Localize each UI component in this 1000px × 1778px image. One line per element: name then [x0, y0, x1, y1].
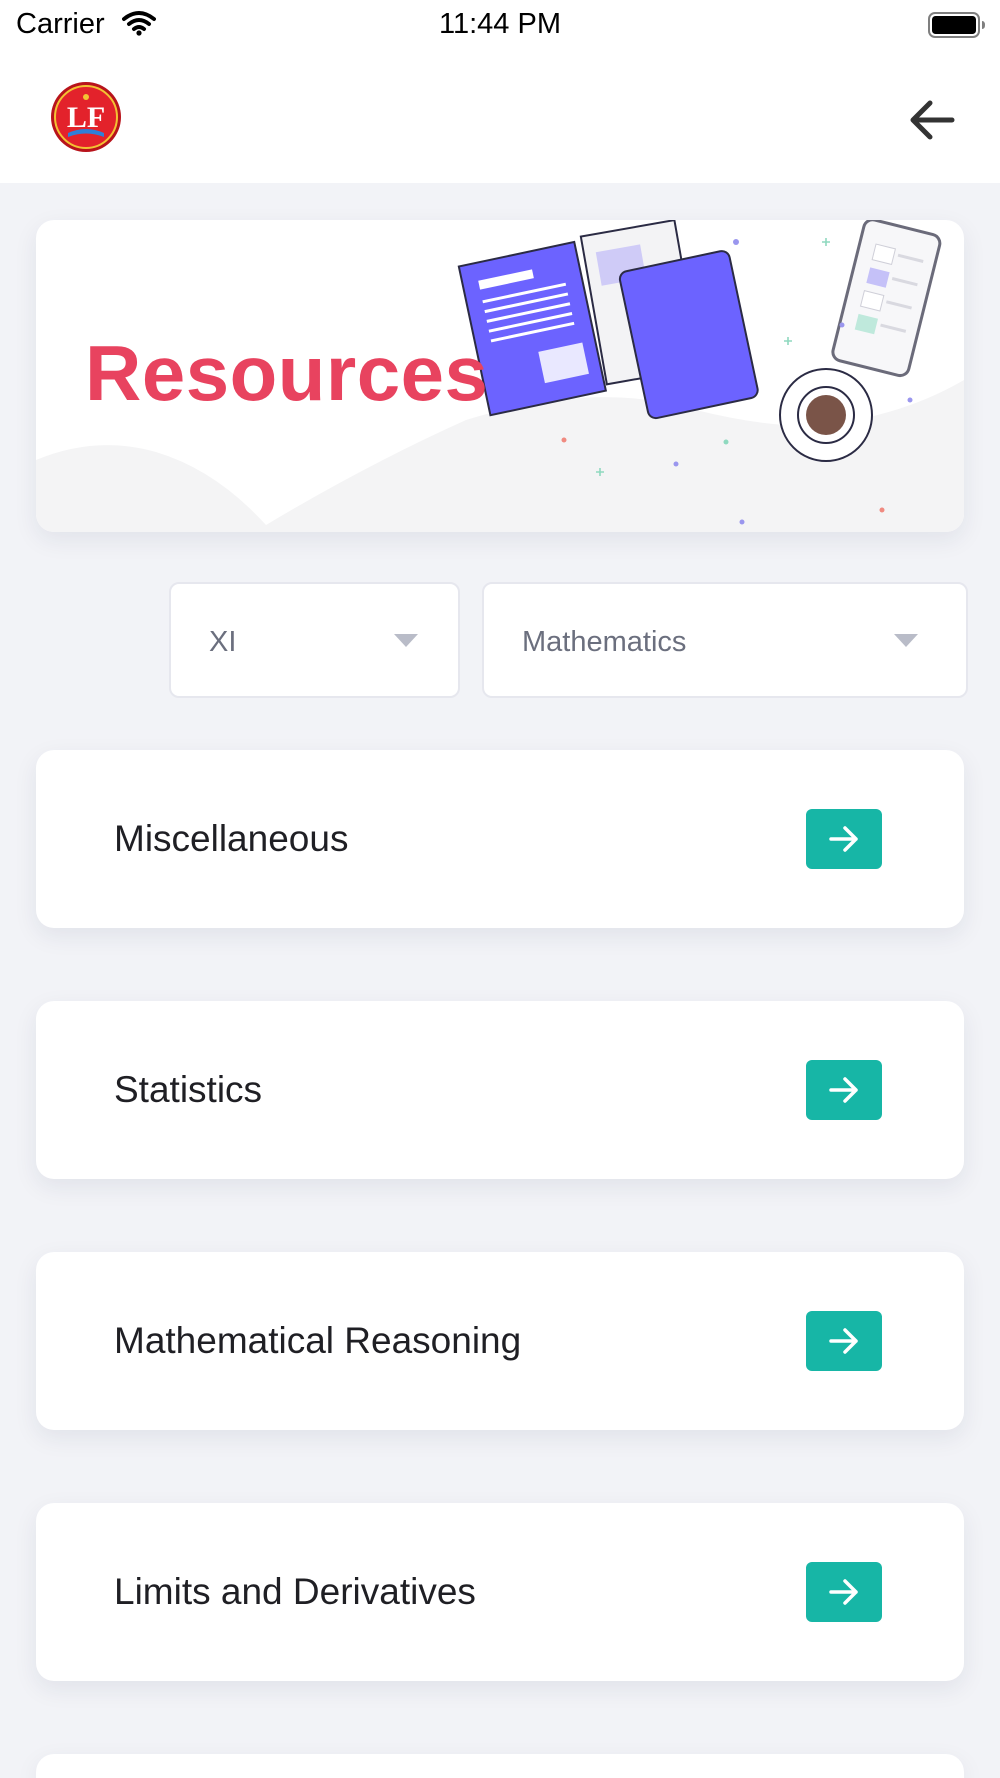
topic-card[interactable]: Mathematical Reasoning: [36, 1252, 964, 1430]
topic-card[interactable]: Miscellaneous: [36, 750, 964, 928]
arrow-left-icon: [910, 100, 955, 140]
resources-banner: Resources: [36, 220, 964, 532]
subject-select[interactable]: Mathematics: [482, 582, 968, 698]
banner-title: Resources: [85, 329, 489, 417]
class-select-value: XI: [209, 626, 237, 658]
topic-card-partial[interactable]: [36, 1754, 964, 1778]
topic-label: Mathematical Reasoning: [114, 1320, 522, 1361]
wifi-icon: [122, 10, 156, 41]
arrow-right-icon: [829, 1328, 858, 1354]
open-topic-button[interactable]: [806, 1311, 882, 1371]
open-topic-button[interactable]: [806, 809, 882, 869]
caret-down-icon: [394, 634, 418, 647]
battery-icon: [928, 12, 986, 43]
status-bar: 11:44 PM Carrier: [0, 0, 1000, 52]
arrow-right-icon: [829, 826, 858, 852]
topic-label: Limits and Derivatives: [114, 1571, 476, 1612]
open-topic-button[interactable]: [806, 1060, 882, 1120]
arrow-right-icon: [829, 1579, 858, 1605]
arrow-right-icon: [829, 1077, 858, 1103]
class-select[interactable]: XI: [169, 582, 460, 698]
topic-label: Miscellaneous: [114, 818, 349, 859]
topic-card[interactable]: Statistics: [36, 1001, 964, 1179]
topic-card[interactable]: Limits and Derivatives: [36, 1503, 964, 1681]
subject-select-value: Mathematics: [522, 626, 687, 658]
app-header: LF: [0, 52, 1000, 183]
status-carrier: Carrier: [16, 8, 105, 40]
lf-school-logo-icon: LF: [50, 81, 122, 153]
caret-down-icon: [894, 634, 918, 647]
topic-label: Statistics: [114, 1069, 263, 1110]
back-button[interactable]: [900, 88, 964, 152]
svg-text:LF: LF: [67, 101, 105, 134]
open-topic-button[interactable]: [806, 1562, 882, 1622]
